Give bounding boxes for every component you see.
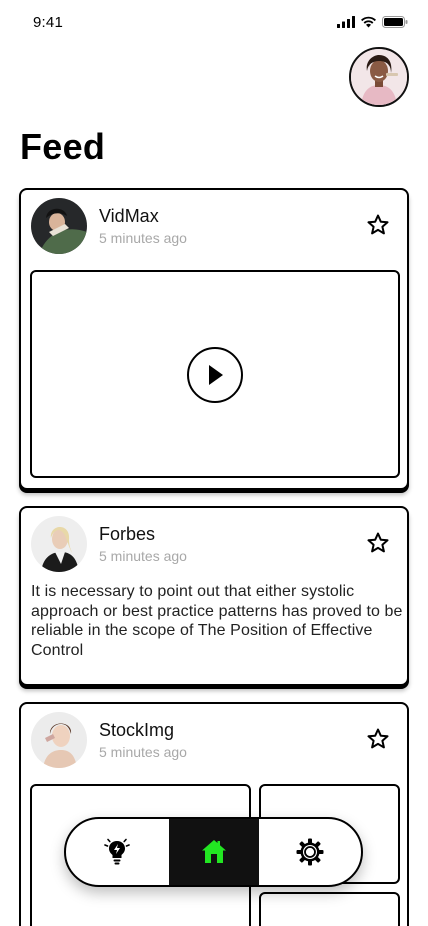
feed-post-images[interactable]: StockImg 5 minutes ago bbox=[19, 702, 409, 926]
cellular-signal-icon bbox=[337, 16, 355, 28]
feed-post-video[interactable]: VidMax 5 minutes ago bbox=[19, 188, 409, 490]
bottom-navigation bbox=[64, 817, 363, 887]
author-photo bbox=[31, 516, 87, 572]
user-photo bbox=[351, 49, 407, 105]
nav-item-ideas[interactable] bbox=[66, 819, 169, 885]
profile-avatar[interactable] bbox=[349, 47, 409, 107]
page-title: Feed bbox=[20, 126, 106, 167]
feed-post-text[interactable]: Forbes 5 minutes ago It is necessary to … bbox=[19, 506, 409, 686]
author-avatar[interactable] bbox=[31, 516, 87, 572]
play-icon bbox=[209, 365, 223, 385]
author-avatar[interactable] bbox=[31, 198, 87, 254]
battery-icon bbox=[382, 16, 408, 28]
settings-gear-icon bbox=[296, 838, 324, 866]
video-player[interactable] bbox=[30, 270, 400, 478]
post-timestamp: 5 minutes ago bbox=[99, 230, 187, 246]
wifi-icon bbox=[361, 16, 376, 28]
image-tile-small[interactable] bbox=[259, 892, 400, 926]
lightbulb-icon bbox=[104, 838, 131, 865]
nav-item-home[interactable] bbox=[168, 819, 259, 885]
home-icon bbox=[201, 840, 226, 863]
author-photo bbox=[31, 198, 87, 254]
post-timestamp: 5 minutes ago bbox=[99, 744, 187, 760]
post-timestamp: 5 minutes ago bbox=[99, 548, 187, 564]
nav-item-settings[interactable] bbox=[259, 819, 362, 885]
play-button[interactable] bbox=[187, 347, 243, 403]
status-icons bbox=[337, 16, 408, 28]
author-avatar[interactable] bbox=[31, 712, 87, 768]
favorite-star-icon[interactable] bbox=[365, 212, 391, 238]
status-bar: 9:41 bbox=[0, 0, 428, 44]
author-photo bbox=[31, 712, 87, 768]
author-name[interactable]: StockImg bbox=[99, 720, 174, 741]
favorite-star-icon[interactable] bbox=[365, 530, 391, 556]
author-name[interactable]: VidMax bbox=[99, 206, 159, 227]
status-time: 9:41 bbox=[33, 14, 63, 31]
favorite-star-icon[interactable] bbox=[365, 726, 391, 752]
author-name[interactable]: Forbes bbox=[99, 524, 155, 545]
post-body: It is necessary to point out that either… bbox=[31, 583, 403, 659]
